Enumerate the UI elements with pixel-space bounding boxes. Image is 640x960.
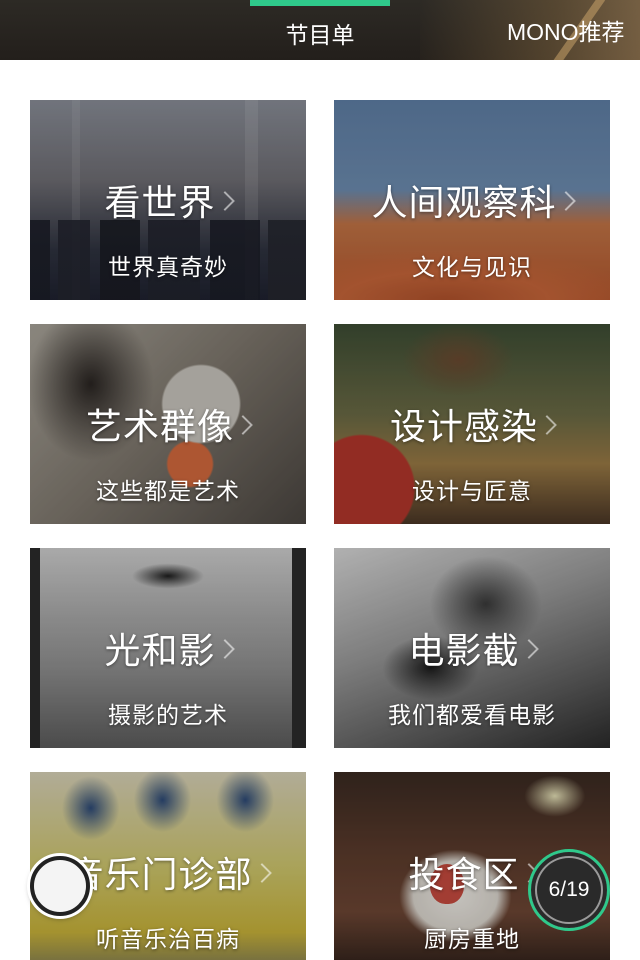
card-subtitle: 设计与匠意 bbox=[412, 478, 532, 504]
page-indicator[interactable]: 6/19 bbox=[528, 849, 610, 931]
tab-program-list-label: 节目单 bbox=[285, 22, 355, 48]
card-title: 音乐门诊部 bbox=[67, 854, 253, 895]
category-card-design[interactable]: 设计感染 设计与匠意 bbox=[334, 324, 610, 524]
category-card-human-observation[interactable]: 人间观察科 文化与见识 bbox=[334, 100, 610, 300]
card-title: 看世界 bbox=[104, 182, 216, 223]
category-card-photography[interactable]: 光和影 摄影的艺术 bbox=[30, 548, 306, 748]
card-subtitle: 世界真奇妙 bbox=[108, 254, 228, 280]
card-subtitle: 听音乐治百病 bbox=[96, 926, 240, 952]
chevron-right-icon bbox=[537, 415, 557, 435]
card-title: 设计感染 bbox=[389, 406, 538, 447]
card-title-row: 设计感染 bbox=[334, 402, 610, 447]
top-nav-bar: 节目单 MONO推荐 bbox=[0, 0, 640, 60]
floating-home-button[interactable] bbox=[30, 856, 90, 916]
category-card-film[interactable]: 电影截 我们都爱看电影 bbox=[334, 548, 610, 748]
card-title: 人间观察科 bbox=[371, 182, 557, 223]
card-title-row: 电影截 bbox=[334, 626, 610, 671]
card-title-row: 人间观察科 bbox=[334, 178, 610, 223]
chevron-right-icon bbox=[518, 639, 539, 659]
card-subtitle: 这些都是艺术 bbox=[96, 478, 240, 504]
chevron-right-icon bbox=[233, 415, 253, 435]
active-tab-indicator bbox=[250, 0, 390, 6]
chevron-right-icon bbox=[214, 639, 235, 659]
chevron-right-icon bbox=[251, 863, 272, 883]
category-card-art[interactable]: 艺术群像 这些都是艺术 bbox=[30, 324, 306, 524]
card-title-row: 看世界 bbox=[30, 178, 306, 223]
card-subtitle: 文化与见识 bbox=[412, 254, 532, 280]
card-title: 光和影 bbox=[104, 630, 216, 671]
card-subtitle: 摄影的艺术 bbox=[108, 702, 228, 728]
card-title: 电影截 bbox=[408, 630, 520, 671]
category-card-world[interactable]: 看世界 世界真奇妙 bbox=[30, 100, 306, 300]
tab-mono-recommend[interactable]: MONO推荐 bbox=[500, 0, 640, 60]
chevron-right-icon bbox=[555, 191, 576, 211]
card-title: 投食区 bbox=[408, 854, 520, 895]
chevron-right-icon bbox=[214, 191, 235, 211]
category-grid: 看世界 世界真奇妙 人间观察科 文化与见识 艺术群像 这些都是艺术 设计感染 设… bbox=[0, 60, 640, 960]
page-indicator-text: 6/19 bbox=[548, 878, 590, 901]
card-title-row: 光和影 bbox=[30, 626, 306, 671]
tab-program-list[interactable]: 节目单 bbox=[250, 0, 390, 60]
card-subtitle: 我们都爱看电影 bbox=[388, 702, 556, 728]
card-title: 艺术群像 bbox=[85, 406, 234, 447]
card-title-row: 艺术群像 bbox=[30, 402, 306, 447]
tab-mono-recommend-label: MONO推荐 bbox=[507, 19, 625, 45]
